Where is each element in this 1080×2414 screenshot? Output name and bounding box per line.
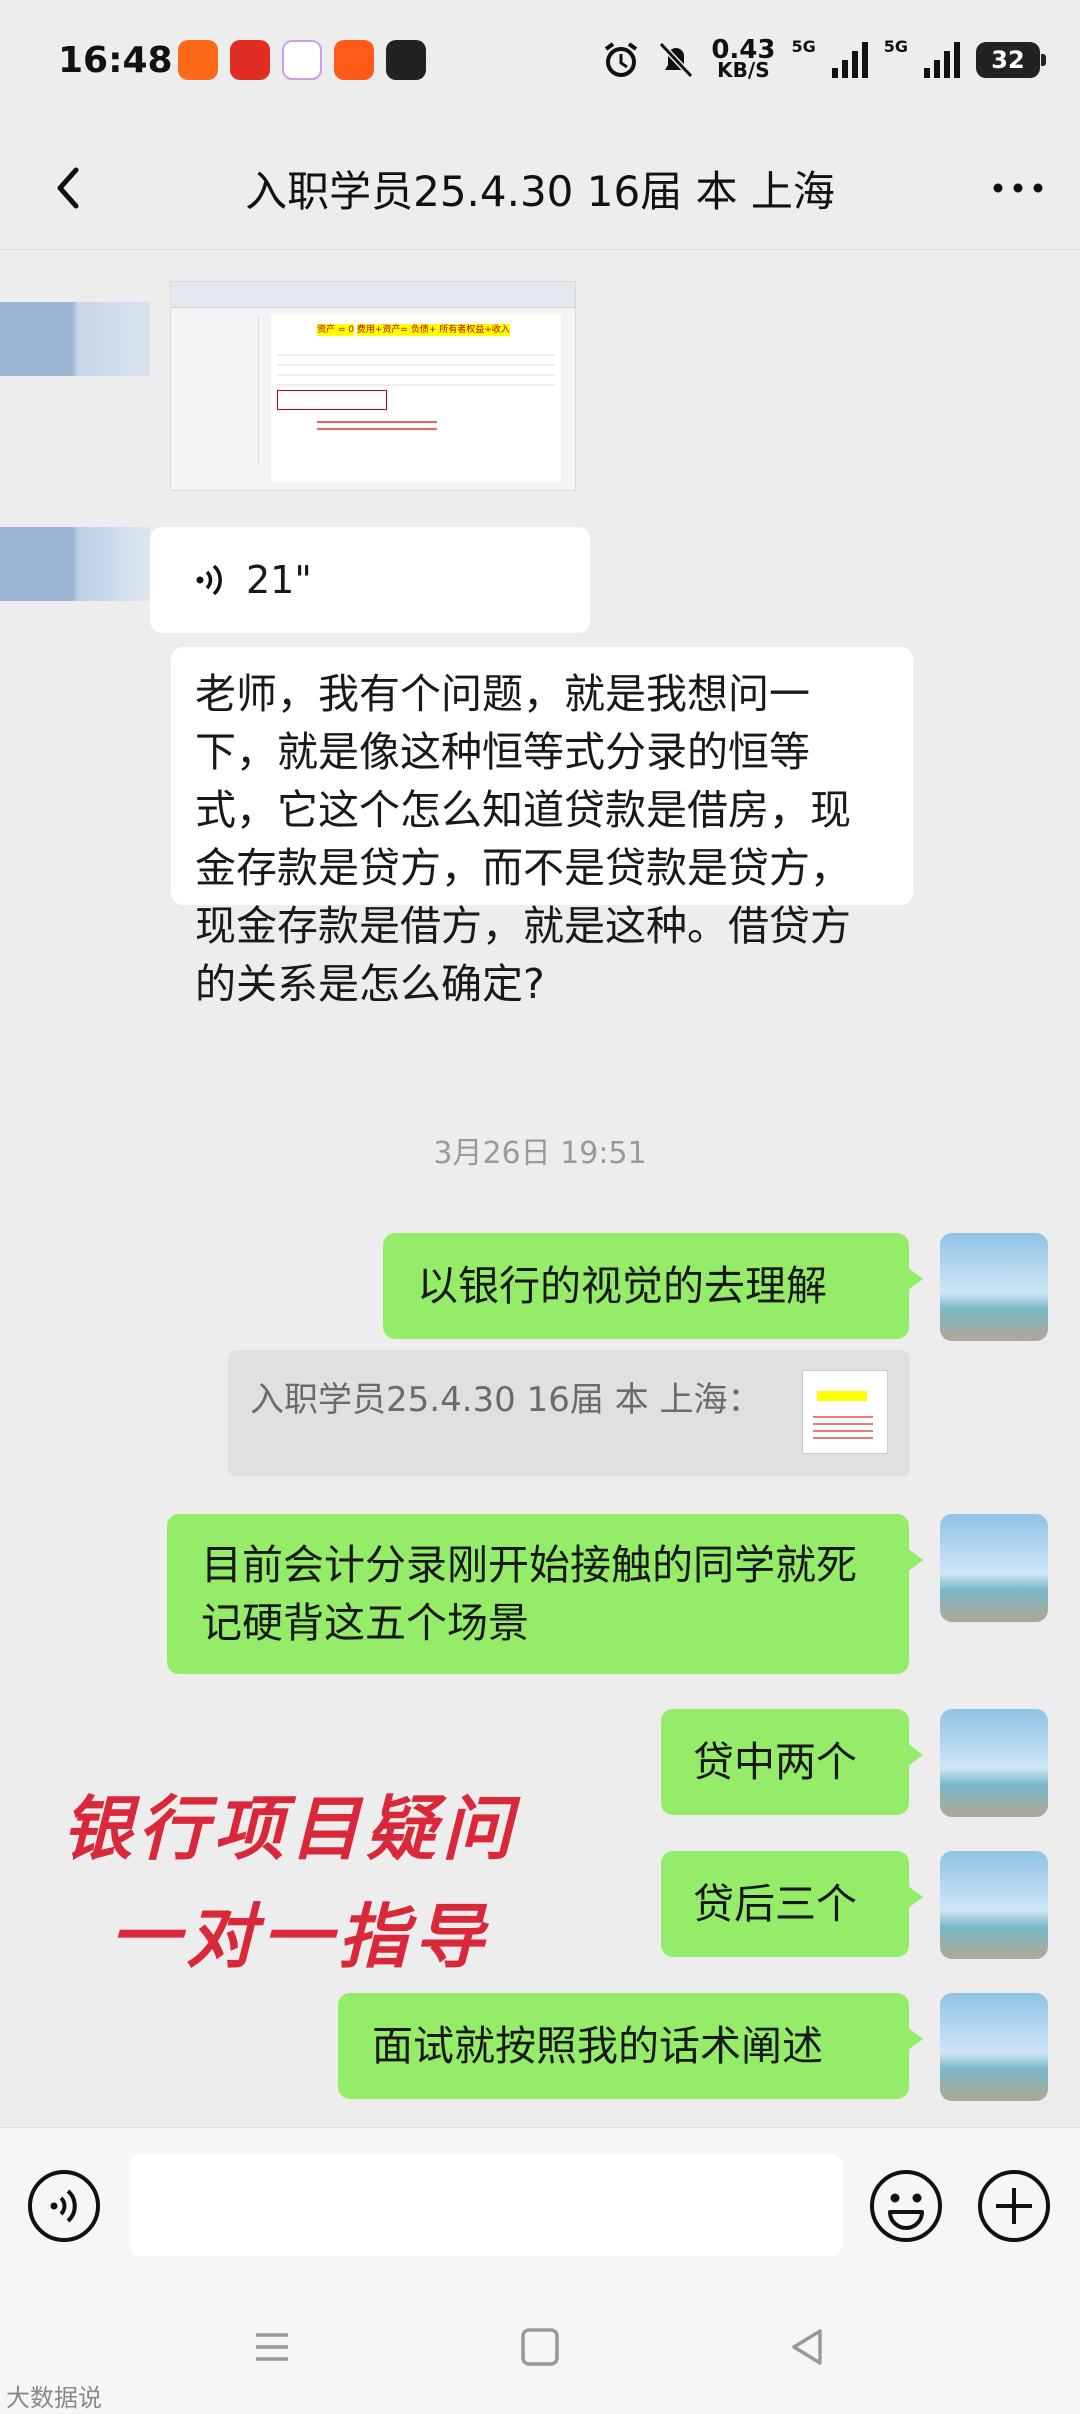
message-text: 贷后三个	[693, 1880, 857, 1928]
mute-bell-icon	[659, 41, 694, 79]
network-label-2: 5G	[883, 36, 908, 56]
battery-indicator: 32	[976, 42, 1046, 78]
my-avatar[interactable]	[940, 1514, 1048, 1622]
voice-duration: 21"	[246, 558, 312, 602]
voice-input-icon[interactable]	[26, 2168, 102, 2244]
sent-message[interactable]: 以银行的视觉的去理解	[383, 1233, 923, 1339]
thumb-red-notes	[317, 416, 437, 432]
quote-label: 入职学员25.4.30 16届 本 上海：	[250, 1380, 762, 1420]
my-avatar[interactable]	[940, 1709, 1048, 1817]
status-bar: 16:48 0.43 KB/S 5G 5G 32	[0, 0, 1080, 128]
thumb-lines	[277, 346, 555, 386]
my-avatar[interactable]	[940, 1851, 1048, 1959]
network-label-1: 5G	[791, 36, 816, 56]
quote-image-thumb[interactable]	[802, 1370, 888, 1454]
message-text: 贷中两个	[693, 1738, 857, 1786]
soul-app-icon	[386, 40, 426, 80]
my-avatar[interactable]	[940, 1233, 1048, 1341]
thumb-page: 资产 = 0 费用+资产= 负债+ 所有者权益+收入	[271, 314, 561, 482]
promo-overlay-line2: 一对一指导	[110, 1895, 490, 1978]
sent-message[interactable]: 贷后三个	[661, 1851, 923, 1957]
thumb-eq-top: 资产 = 0	[317, 324, 354, 336]
question-message[interactable]: 老师，我有个问题，就是我想问一下，就是像这种恒等式分录的恒等式，它这个怎么知道贷…	[171, 647, 913, 1008]
alarm-icon	[605, 42, 638, 77]
more-dots-icon[interactable]	[986, 158, 1050, 218]
promo-overlay-line1: 银行项目疑问	[62, 1787, 518, 1870]
quote-thumb-highlight	[817, 1391, 867, 1401]
question-text: 老师，我有个问题，就是我想问一下，就是像这种恒等式分录的恒等式，它这个怎么知道贷…	[195, 670, 851, 1008]
thumb-sidebar	[179, 316, 259, 466]
quoted-message[interactable]: 入职学员25.4.30 16届 本 上海：	[228, 1350, 910, 1476]
message-timestamp: 3月26日 19:51	[433, 1136, 647, 1171]
status-indicators: 0.43 KB/S 5G 5G 32	[601, 35, 1046, 82]
message-text: 目前会计分录刚开始接触的同学就死记硬背这五个场景	[201, 1541, 857, 1647]
chat-title: 入职学员25.4.30 16届 本 上海	[245, 167, 835, 216]
message-text: 面试就按照我的话术阐述	[372, 2022, 823, 2070]
chat-header: 入职学员25.4.30 16届 本 上海	[0, 128, 1080, 250]
thumb-red-box	[277, 390, 387, 410]
message-text: 以银行的视觉的去理解	[417, 1262, 827, 1310]
thumb-eq-main: 费用+资产= 负债+ 所有者权益+收入	[356, 324, 510, 336]
status-time: 16:48	[58, 40, 173, 81]
status-app-icons	[178, 40, 426, 80]
sent-message[interactable]: 贷中两个	[661, 1709, 923, 1815]
voice-message[interactable]: 21"	[150, 527, 590, 633]
kuaishou-app-icon	[178, 40, 218, 80]
thumb-toolbar	[171, 282, 575, 308]
message-input[interactable]	[130, 2154, 842, 2256]
pinduoduo-app-icon	[230, 40, 270, 80]
chat-area[interactable]: 资产 = 0 费用+资产= 负债+ 所有者权益+收入 21" 老师，我有个问题，…	[0, 251, 1080, 2127]
sender-avatar[interactable]	[0, 302, 150, 376]
my-avatar[interactable]	[940, 1993, 1048, 2101]
quote-thumb-lines	[813, 1411, 873, 1441]
sent-message[interactable]: 目前会计分录刚开始接触的同学就死记硬背这五个场景	[167, 1514, 923, 1674]
system-nav-bar	[0, 2277, 1080, 2414]
back-triangle-icon[interactable]	[778, 2317, 838, 2377]
home-icon[interactable]	[510, 2317, 570, 2377]
voice-wave-icon	[196, 564, 222, 596]
kuaishou-lite-app-icon	[334, 40, 374, 80]
sent-message[interactable]: 面试就按照我的话术阐述	[338, 1993, 923, 2099]
flower-app-icon	[282, 40, 322, 80]
signal-icon	[831, 42, 868, 78]
plus-icon[interactable]	[976, 2168, 1052, 2244]
image-message[interactable]: 资产 = 0 费用+资产= 负债+ 所有者权益+收入	[170, 281, 576, 491]
input-bar	[0, 2127, 1080, 2277]
net-speed: 0.43 KB/S	[711, 35, 776, 82]
watermark: 大数据说	[6, 2384, 102, 2412]
sender-avatar[interactable]	[0, 527, 150, 601]
signal-icon-2	[924, 42, 960, 78]
menu-icon[interactable]	[242, 2317, 302, 2377]
emoji-icon[interactable]	[868, 2168, 944, 2244]
